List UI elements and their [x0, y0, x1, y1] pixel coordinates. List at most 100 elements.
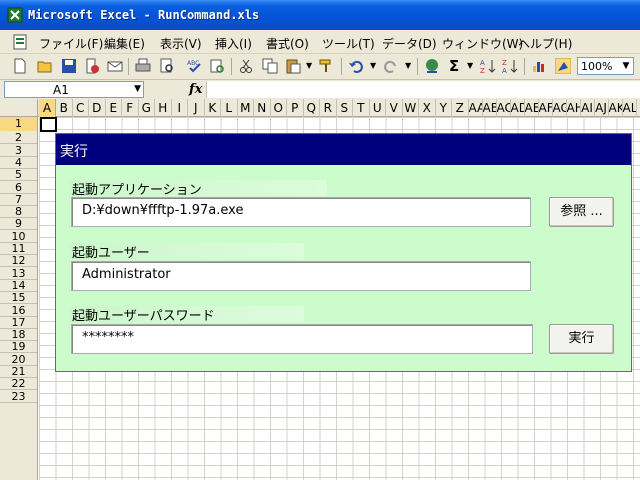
column-header-aj[interactable]: AJ: [595, 99, 609, 117]
column-header-t[interactable]: T: [353, 99, 370, 117]
column-header-a-selected[interactable]: A: [39, 99, 56, 117]
menu-tools[interactable]: ツール(T): [322, 35, 375, 52]
menu-insert[interactable]: 挿入(I): [215, 35, 252, 52]
email-icon[interactable]: [107, 58, 123, 74]
row-header-7[interactable]: 7: [0, 193, 37, 206]
column-header-ae[interactable]: AE: [525, 99, 539, 117]
column-header-ak[interactable]: AK: [609, 99, 623, 117]
row-header-23[interactable]: 23: [0, 390, 37, 403]
column-header-k[interactable]: K: [205, 99, 221, 117]
column-header-j[interactable]: J: [188, 99, 205, 117]
format-painter-icon[interactable]: [318, 58, 334, 74]
column-header-aa[interactable]: AA: [469, 99, 483, 117]
column-header-l[interactable]: L: [221, 99, 238, 117]
row-header-17[interactable]: 17: [0, 316, 37, 329]
column-header-g[interactable]: G: [139, 99, 155, 117]
name-box-dropdown-icon[interactable]: ▼: [134, 82, 141, 97]
row-header-20[interactable]: 20: [0, 353, 37, 366]
copy-icon[interactable]: [262, 58, 278, 74]
row-header-11[interactable]: 11: [0, 242, 37, 255]
row-header-21[interactable]: 21: [0, 365, 37, 378]
column-header-ag[interactable]: AG: [553, 99, 567, 117]
user-input[interactable]: Administrator: [71, 261, 531, 291]
column-header-w[interactable]: W: [403, 99, 419, 117]
menu-data[interactable]: データ(D): [382, 35, 437, 52]
column-header-s[interactable]: S: [337, 99, 353, 117]
zoom-dropdown-icon[interactable]: ▼: [620, 59, 632, 73]
row-header-3[interactable]: 3: [0, 144, 37, 157]
print-icon[interactable]: [135, 58, 151, 74]
column-header-c[interactable]: C: [73, 99, 89, 117]
excel-app-icon[interactable]: [7, 7, 23, 23]
row-header-9[interactable]: 9: [0, 217, 37, 231]
app-path-input[interactable]: D:¥down¥ffftp-1.97a.exe: [71, 197, 531, 227]
menu-file[interactable]: ファイル(F): [39, 35, 103, 52]
column-header-u[interactable]: U: [370, 99, 386, 117]
menu-window[interactable]: ウィンドウ(W): [442, 35, 523, 52]
browse-button[interactable]: 参照 ...: [549, 197, 614, 227]
row-header-6[interactable]: 6: [0, 181, 37, 194]
permission-icon[interactable]: [84, 58, 100, 74]
column-header-o[interactable]: O: [271, 99, 287, 117]
run-button[interactable]: 実行: [549, 324, 614, 354]
column-header-n[interactable]: N: [254, 99, 271, 117]
column-header-z[interactable]: Z: [452, 99, 469, 117]
new-icon[interactable]: [12, 58, 28, 74]
select-all-corner[interactable]: [0, 99, 38, 117]
column-header-d[interactable]: D: [89, 99, 106, 117]
spelling-icon[interactable]: ABC: [187, 58, 203, 74]
column-header-y[interactable]: Y: [436, 99, 452, 117]
row-header-10[interactable]: 10: [0, 230, 37, 243]
row-header-12[interactable]: 12: [0, 254, 37, 268]
undo-dropdown-icon[interactable]: ▼: [370, 61, 376, 70]
menu-edit[interactable]: 編集(E): [104, 35, 145, 52]
row-header-22[interactable]: 22: [0, 377, 37, 391]
autosum-icon[interactable]: Σ: [449, 58, 465, 74]
column-header-h[interactable]: H: [155, 99, 172, 117]
redo-icon[interactable]: [383, 58, 399, 74]
row-header-13[interactable]: 13: [0, 267, 37, 280]
paste-dropdown-icon[interactable]: ▼: [306, 61, 312, 70]
password-input[interactable]: ********: [71, 324, 533, 354]
sort-ascending-icon[interactable]: AZ: [480, 58, 496, 74]
row-header-16[interactable]: 16: [0, 304, 37, 317]
column-header-ah[interactable]: AH: [567, 99, 581, 117]
row-header-8[interactable]: 8: [0, 205, 37, 219]
row-header-2[interactable]: 2: [0, 131, 37, 145]
column-header-q[interactable]: Q: [304, 99, 320, 117]
row-header-1-selected[interactable]: 1: [0, 117, 38, 131]
row-header-4[interactable]: 4: [0, 156, 37, 169]
menu-format[interactable]: 書式(O): [266, 35, 309, 52]
column-header-f[interactable]: F: [122, 99, 139, 117]
column-header-v[interactable]: V: [386, 99, 403, 117]
column-header-p[interactable]: P: [287, 99, 304, 117]
sort-descending-icon[interactable]: ZA: [502, 58, 518, 74]
column-header-al[interactable]: AL: [623, 99, 637, 117]
research-icon[interactable]: [209, 58, 225, 74]
column-header-ad[interactable]: AD: [511, 99, 525, 117]
menu-view[interactable]: 表示(V): [160, 35, 202, 52]
column-header-af[interactable]: AF: [539, 99, 553, 117]
open-icon[interactable]: [37, 58, 53, 74]
formula-input[interactable]: [206, 81, 640, 98]
row-header-15[interactable]: 15: [0, 291, 37, 305]
column-header-m[interactable]: M: [238, 99, 254, 117]
zoom-box[interactable]: 100% ▼: [577, 57, 634, 75]
row-header-14[interactable]: 14: [0, 279, 37, 292]
workbook-icon[interactable]: [12, 34, 28, 50]
column-header-ac[interactable]: AC: [497, 99, 511, 117]
undo-icon[interactable]: [348, 58, 364, 74]
drawing-icon[interactable]: [555, 58, 571, 74]
row-header-19[interactable]: 19: [0, 340, 37, 354]
row-header-18[interactable]: 18: [0, 328, 37, 342]
title-bar[interactable]: Microsoft Excel - RunCommand.xls: [0, 0, 640, 30]
paste-icon[interactable]: [285, 58, 301, 74]
column-header-b[interactable]: B: [56, 99, 73, 117]
autosum-dropdown-icon[interactable]: ▼: [467, 61, 473, 70]
redo-dropdown-icon[interactable]: ▼: [405, 61, 411, 70]
print-preview-icon[interactable]: [159, 58, 175, 74]
row-header-5[interactable]: 5: [0, 168, 37, 182]
column-header-r[interactable]: R: [320, 99, 337, 117]
hyperlink-icon[interactable]: [424, 58, 440, 74]
column-header-x[interactable]: X: [419, 99, 436, 117]
